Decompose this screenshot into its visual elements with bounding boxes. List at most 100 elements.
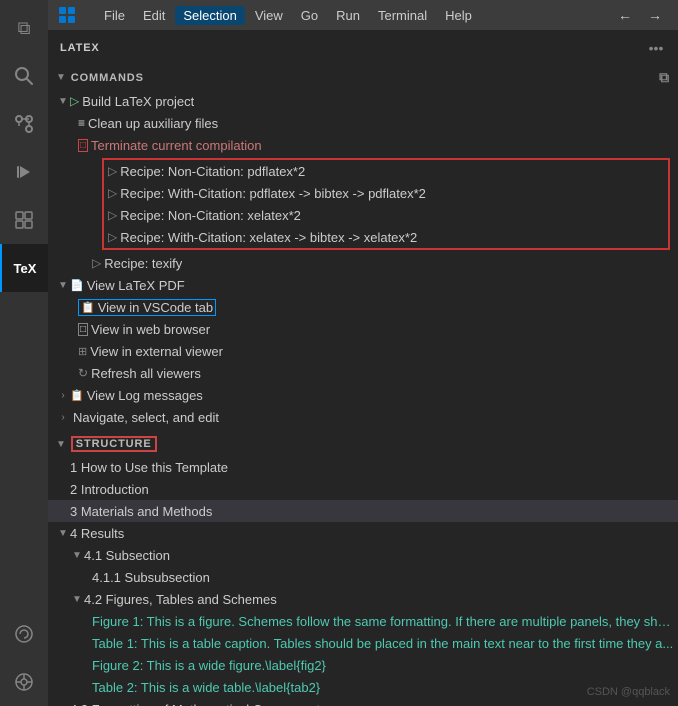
recipe3-item[interactable]: ▷ Recipe: Non-Citation: xelatex*2 (104, 204, 668, 226)
struct-fig2-label: Figure 2: This is a wide figure.\label{f… (92, 658, 326, 673)
recipe1-item[interactable]: ▷ Recipe: Non-Citation: pdflatex*2 (104, 160, 668, 182)
menu-selection[interactable]: Selection (175, 6, 244, 25)
activity-debug-icon[interactable] (0, 148, 48, 196)
viewvscode-label: View in VSCode tab (98, 300, 213, 315)
struct-tab1-label: Table 1: This is a table caption. Tables… (92, 636, 673, 651)
struct-tab1[interactable]: Table 1: This is a table caption. Tables… (48, 632, 678, 654)
navigate-label: Navigate, select, and edit (73, 410, 219, 425)
navigate-item[interactable]: › Navigate, select, and edit (48, 406, 678, 428)
recipe4-item[interactable]: ▷ Recipe: With-Citation: xelatex -> bibt… (104, 226, 668, 248)
panel-title: LATEX (60, 42, 100, 54)
main-area: File Edit Selection View Go Run Terminal… (48, 0, 678, 706)
menu-bar: File Edit Selection View Go Run Terminal… (96, 6, 480, 25)
struct-s4-chevron: ▼ (56, 528, 70, 539)
navigate-chevron-icon: › (56, 412, 70, 423)
panel-more-button[interactable]: ••• (646, 38, 666, 58)
recipe-texify-item[interactable]: ▷ Recipe: texify (48, 252, 678, 274)
struct-s3[interactable]: 3 Materials and Methods (48, 500, 678, 522)
vscode-logo-icon (58, 6, 76, 24)
viewvscode-icon: 📋 (81, 301, 95, 314)
commands-chevron-icon: ▼ (56, 72, 67, 83)
tree-container: ▼ COMMANDS ⧉ ▼ ▷ Build LaTeX project ≡ C… (48, 65, 678, 706)
panel-actions: ••• (646, 38, 666, 58)
recipe2-item[interactable]: ▷ Recipe: With-Citation: pdflatex -> bib… (104, 182, 668, 204)
struct-s42[interactable]: ▼ 4.2 Figures, Tables and Schemes (48, 588, 678, 610)
build-label: Build LaTeX project (82, 94, 194, 109)
watermark: CSDN @qqblack (587, 686, 670, 698)
struct-tab2-label: Table 2: This is a wide table.\label{tab… (92, 680, 320, 695)
struct-s2[interactable]: 2 Introduction (48, 478, 678, 500)
activity-bar: ⧉ (0, 0, 48, 706)
recipe4-label: Recipe: With-Citation: xelatex -> bibtex… (120, 230, 417, 245)
struct-s411-label: 4.1.1 Subsubsection (92, 570, 210, 585)
struct-s41-chevron: ▼ (70, 550, 84, 561)
menu-edit[interactable]: Edit (135, 6, 173, 25)
viewpdf-item[interactable]: ▼ 📄 View LaTeX PDF (48, 274, 678, 296)
structure-label-border: STRUCTURE (71, 436, 157, 452)
struct-tab2[interactable]: Table 2: This is a wide table.\label{tab… (48, 676, 678, 698)
commands-collapse-icon[interactable]: ⧉ (659, 69, 670, 86)
struct-s43-label: 4.3 Formatting of Mathematical Component… (70, 702, 327, 706)
recipe-texify-icon: ▷ (92, 256, 101, 270)
back-button[interactable]: ← (612, 5, 638, 25)
panel-header: LATEX ••• (48, 30, 678, 65)
cleanup-item[interactable]: ≡ Clean up auxiliary files (48, 112, 678, 134)
recipe1-icon: ▷ (108, 164, 117, 178)
viewpdf-label: View LaTeX PDF (87, 278, 185, 293)
struct-s42-label: 4.2 Figures, Tables and Schemes (84, 592, 277, 607)
viewlog-chevron-icon: › (56, 390, 70, 401)
build-item[interactable]: ▼ ▷ Build LaTeX project (48, 90, 678, 112)
viewweb-label: View in web browser (91, 322, 210, 337)
struct-s1-label: 1 How to Use this Template (70, 460, 228, 475)
menu-go[interactable]: Go (293, 6, 326, 25)
activity-explorer-icon[interactable]: ⧉ (0, 4, 48, 52)
viewvscode-border: 📋 View in VSCode tab (78, 299, 216, 316)
activity-git-icon[interactable] (0, 100, 48, 148)
struct-fig2[interactable]: Figure 2: This is a wide figure.\label{f… (48, 654, 678, 676)
build-chevron-icon: ▼ (56, 96, 70, 107)
commands-section-header[interactable]: ▼ COMMANDS ⧉ (48, 65, 678, 90)
refresh-icon: ↻ (78, 366, 88, 380)
recipe1-label: Recipe: Non-Citation: pdflatex*2 (120, 164, 305, 179)
activity-tex-icon[interactable]: TeX (0, 244, 48, 292)
struct-s411[interactable]: 4.1.1 Subsubsection (48, 566, 678, 588)
sidebar: LATEX ••• ▼ COMMANDS ⧉ ▼ ▷ Build LaTeX p… (48, 30, 678, 706)
struct-s4[interactable]: ▼ 4 Results (48, 522, 678, 544)
activity-extensions-icon[interactable] (0, 196, 48, 244)
structure-section-header[interactable]: ▼ STRUCTURE (48, 432, 678, 456)
recipes-group: ▷ Recipe: Non-Citation: pdflatex*2 ▷ Rec… (102, 158, 670, 250)
commands-label: COMMANDS (71, 72, 144, 84)
struct-s41-label: 4.1 Subsection (84, 548, 170, 563)
menu-file[interactable]: File (96, 6, 133, 25)
activity-remote-icon[interactable] (0, 658, 48, 706)
viewlog-item[interactable]: › 📋 View Log messages (48, 384, 678, 406)
menu-terminal[interactable]: Terminal (370, 6, 435, 25)
viewexternal-item[interactable]: ⊞ View in external viewer (48, 340, 678, 362)
cleanup-label: Clean up auxiliary files (88, 116, 218, 131)
struct-s43[interactable]: 4.3 Formatting of Mathematical Component… (48, 698, 678, 706)
viewweb-item[interactable]: □ View in web browser (48, 318, 678, 340)
cleanup-icon: ≡ (78, 116, 85, 130)
refresh-item[interactable]: ↻ Refresh all viewers (48, 362, 678, 384)
recipe4-icon: ▷ (108, 230, 117, 244)
struct-s41[interactable]: ▼ 4.1 Subsection (48, 544, 678, 566)
menu-view[interactable]: View (247, 6, 291, 25)
struct-s1[interactable]: 1 How to Use this Template (48, 456, 678, 478)
menu-help[interactable]: Help (437, 6, 480, 25)
forward-button[interactable]: → (642, 5, 668, 25)
recipe3-icon: ▷ (108, 208, 117, 222)
viewpdf-icon: 📄 (70, 279, 84, 292)
recipe3-label: Recipe: Non-Citation: xelatex*2 (120, 208, 301, 223)
viewvscode-item[interactable]: 📋 View in VSCode tab (48, 296, 678, 318)
activity-search-icon[interactable] (0, 52, 48, 100)
menu-run[interactable]: Run (328, 6, 368, 25)
viewweb-icon: □ (78, 323, 88, 336)
terminate-icon: □ (78, 139, 88, 152)
recipe-texify-label: Recipe: texify (104, 256, 182, 271)
struct-fig1-label: Figure 1: This is a figure. Schemes foll… (92, 614, 674, 629)
terminate-label: Terminate current compilation (91, 138, 262, 153)
struct-fig1[interactable]: Figure 1: This is a figure. Schemes foll… (48, 610, 678, 632)
terminate-item[interactable]: □ Terminate current compilation (48, 134, 678, 156)
activity-gitlens-icon[interactable] (0, 610, 48, 658)
viewlog-icon: 📋 (70, 389, 84, 402)
